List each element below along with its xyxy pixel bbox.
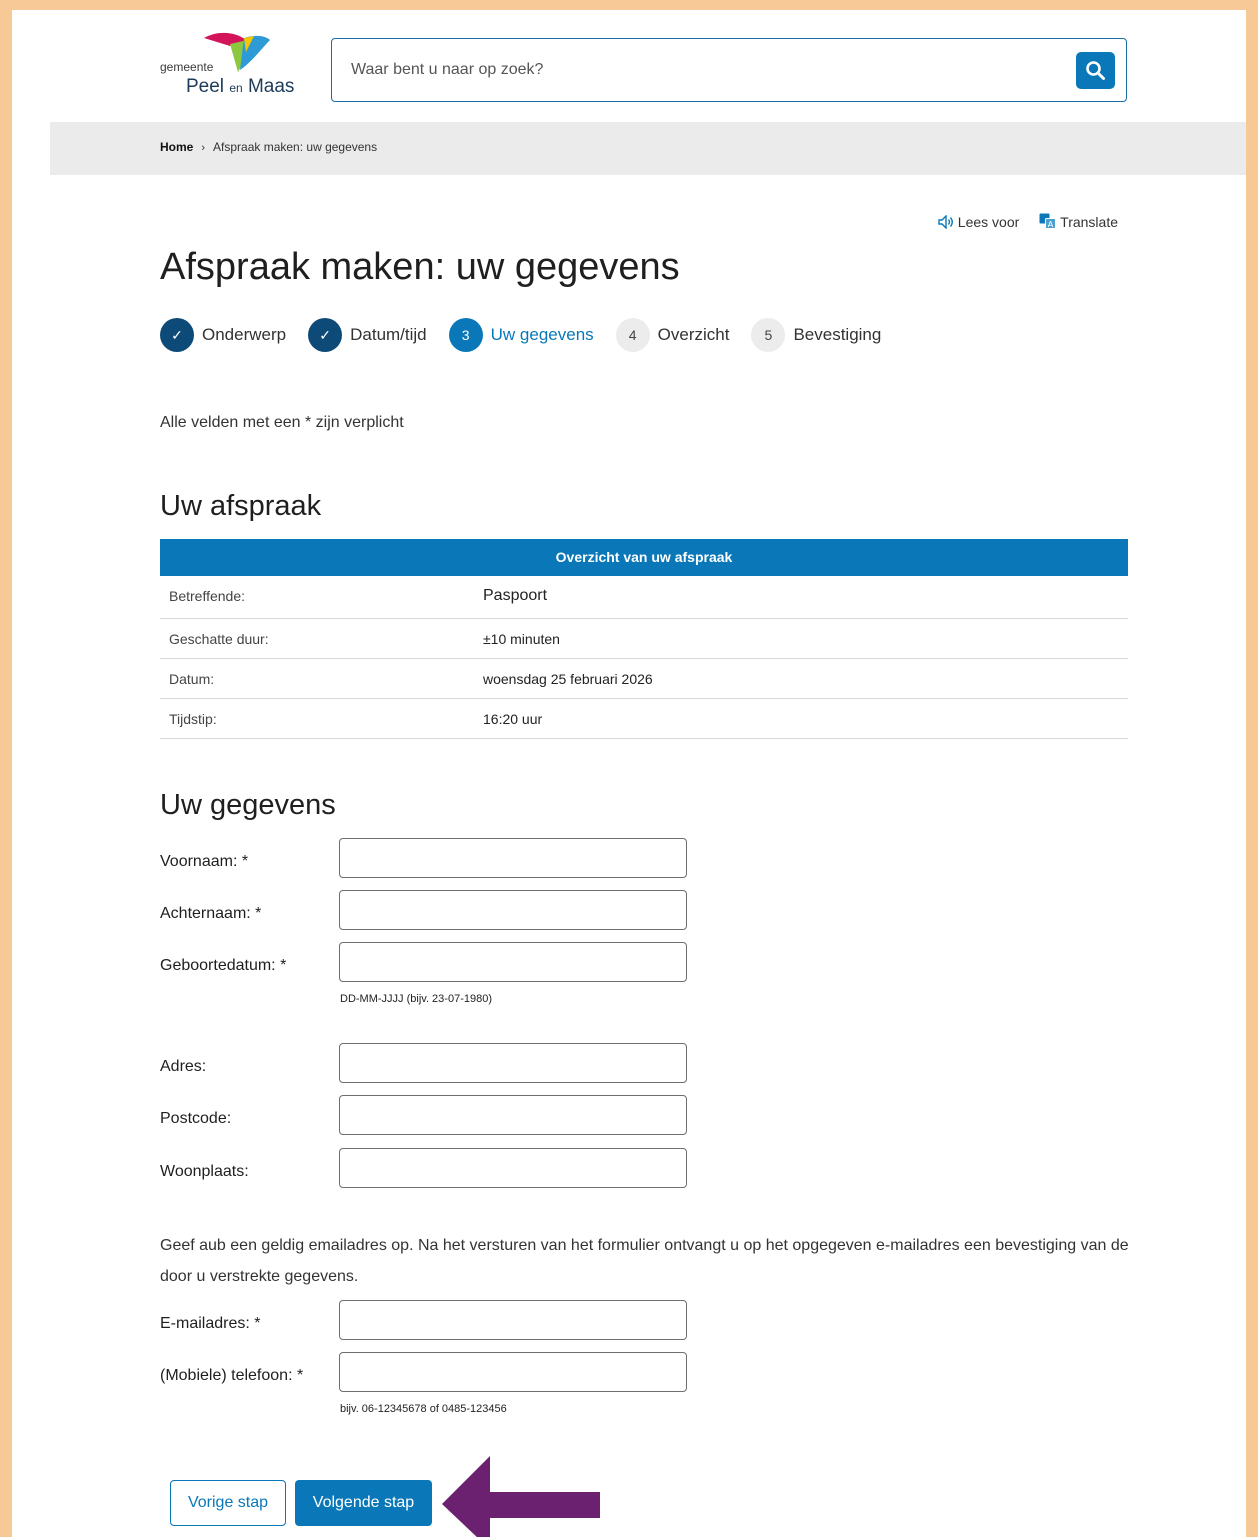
translate-label: Translate — [1060, 214, 1118, 230]
next-step-button[interactable]: Volgende stap — [295, 1480, 432, 1526]
svg-text:A: A — [1048, 220, 1054, 229]
email-instruction-note: Geef aub een geldig emailadres op. Na he… — [160, 1237, 1129, 1285]
city-label: Woonplaats: — [160, 1163, 249, 1180]
step-number: 4 — [615, 318, 650, 352]
logo-small-text: gemeente — [160, 60, 214, 74]
step-label: Datum/tijd — [350, 325, 427, 344]
breadcrumb-home-link[interactable]: Home — [160, 140, 193, 154]
required-fields-note: Alle velden met een * zijn verplicht — [160, 414, 404, 431]
page-frame: gemeente Peel en Maas Waar bent u naar o… — [12, 10, 1246, 1537]
step-onderwerp: ✓ Onderwerp — [160, 318, 286, 352]
search-icon — [1086, 61, 1105, 80]
table-row: Geschatte duur: ±10 minuten — [160, 619, 1128, 659]
row-key: Tijdstip: — [169, 711, 217, 727]
step-number: 3 — [448, 318, 483, 352]
phone-field[interactable] — [339, 1352, 687, 1392]
row-value: Paspoort — [483, 587, 548, 604]
step-uw-gegevens: 3 Uw gegevens — [448, 318, 594, 352]
details-heading: Uw gegevens — [160, 789, 336, 821]
table-row: Datum: woensdag 25 februari 2026 — [160, 659, 1128, 699]
birth-date-hint: DD-MM-JJJJ (bijv. 23-07-1980) — [340, 993, 492, 1005]
last-name-label: Achternaam: * — [160, 905, 262, 922]
step-check-icon: ✓ — [308, 318, 343, 352]
table-header: Overzicht van uw afspraak — [160, 539, 1128, 576]
row-value: ±10 minuten — [483, 631, 560, 647]
step-label: Uw gegevens — [490, 325, 594, 344]
email-field[interactable] — [339, 1300, 687, 1340]
row-key: Betreffende: — [169, 588, 246, 604]
page-tools: Lees voor A Translate — [922, 213, 1118, 230]
step-number: 5 — [751, 318, 786, 352]
step-label: Onderwerp — [202, 325, 287, 344]
appointment-summary-table: Overzicht van uw afspraak Betreffende: P… — [160, 539, 1128, 739]
previous-step-button[interactable]: Vorige stap — [170, 1480, 286, 1526]
phone-hint: bijv. 06-12345678 of 0485-123456 — [340, 1403, 507, 1415]
table-row: Tijdstip: 16:20 uur — [160, 699, 1128, 739]
postal-code-field[interactable] — [339, 1095, 687, 1135]
breadcrumb: Home › Afspraak maken: uw gegevens — [160, 140, 377, 154]
annotation-arrow-icon — [442, 1456, 600, 1537]
last-name-field[interactable] — [339, 890, 687, 930]
search-button[interactable] — [1076, 52, 1115, 89]
progress-steps: ✓ Onderwerp ✓ Datum/tijd 3 Uw gegevens 4 Ove… — [160, 318, 903, 354]
first-name-label: Voornaam: * — [160, 853, 249, 870]
step-datum-tijd: ✓ Datum/tijd — [308, 318, 427, 352]
page-title: Afspraak maken: uw gegevens — [160, 246, 680, 288]
row-key: Geschatte duur: — [169, 631, 269, 647]
step-bevestiging: 5 Bevestiging — [751, 318, 881, 352]
address-label: Adres: — [160, 1058, 207, 1075]
speaker-icon — [938, 214, 953, 230]
table-row: Betreffende: Paspoort — [160, 576, 1128, 619]
postal-code-label: Postcode: — [160, 1110, 232, 1127]
row-value: 16:20 uur — [483, 711, 543, 727]
breadcrumb-bar: Home › Afspraak maken: uw gegevens — [50, 122, 1246, 175]
birth-date-label: Geboortedatum: * — [160, 957, 287, 974]
step-check-icon: ✓ — [160, 318, 194, 352]
logo-name: Peel en Maas — [186, 76, 295, 97]
translate-icon: A — [1039, 213, 1057, 229]
municipality-logo[interactable]: gemeente Peel en Maas — [160, 32, 310, 102]
translate-button[interactable]: A Translate — [1039, 213, 1118, 230]
appointment-heading: Uw afspraak — [160, 490, 322, 522]
read-aloud-label: Lees voor — [957, 214, 1020, 230]
birth-date-field[interactable] — [339, 942, 687, 982]
first-name-field[interactable] — [339, 838, 687, 878]
city-field[interactable] — [339, 1148, 687, 1188]
email-label: E-mailadres: * — [160, 1315, 261, 1332]
address-field[interactable] — [339, 1043, 687, 1083]
search-placeholder: Waar bent u naar op zoek? — [351, 61, 544, 78]
breadcrumb-chevron-icon: › — [201, 142, 206, 154]
row-value: woensdag 25 februari 2026 — [483, 671, 653, 687]
step-label: Bevestiging — [793, 325, 882, 344]
read-aloud-button[interactable]: Lees voor — [938, 214, 1019, 230]
step-overzicht: 4 Overzicht — [615, 318, 730, 352]
search-input[interactable]: Waar bent u naar op zoek? — [331, 38, 1127, 102]
phone-label: (Mobiele) telefoon: * — [160, 1367, 304, 1384]
breadcrumb-current: Afspraak maken: uw gegevens — [213, 140, 378, 154]
step-label: Overzicht — [657, 325, 730, 344]
row-key: Datum: — [169, 671, 215, 687]
